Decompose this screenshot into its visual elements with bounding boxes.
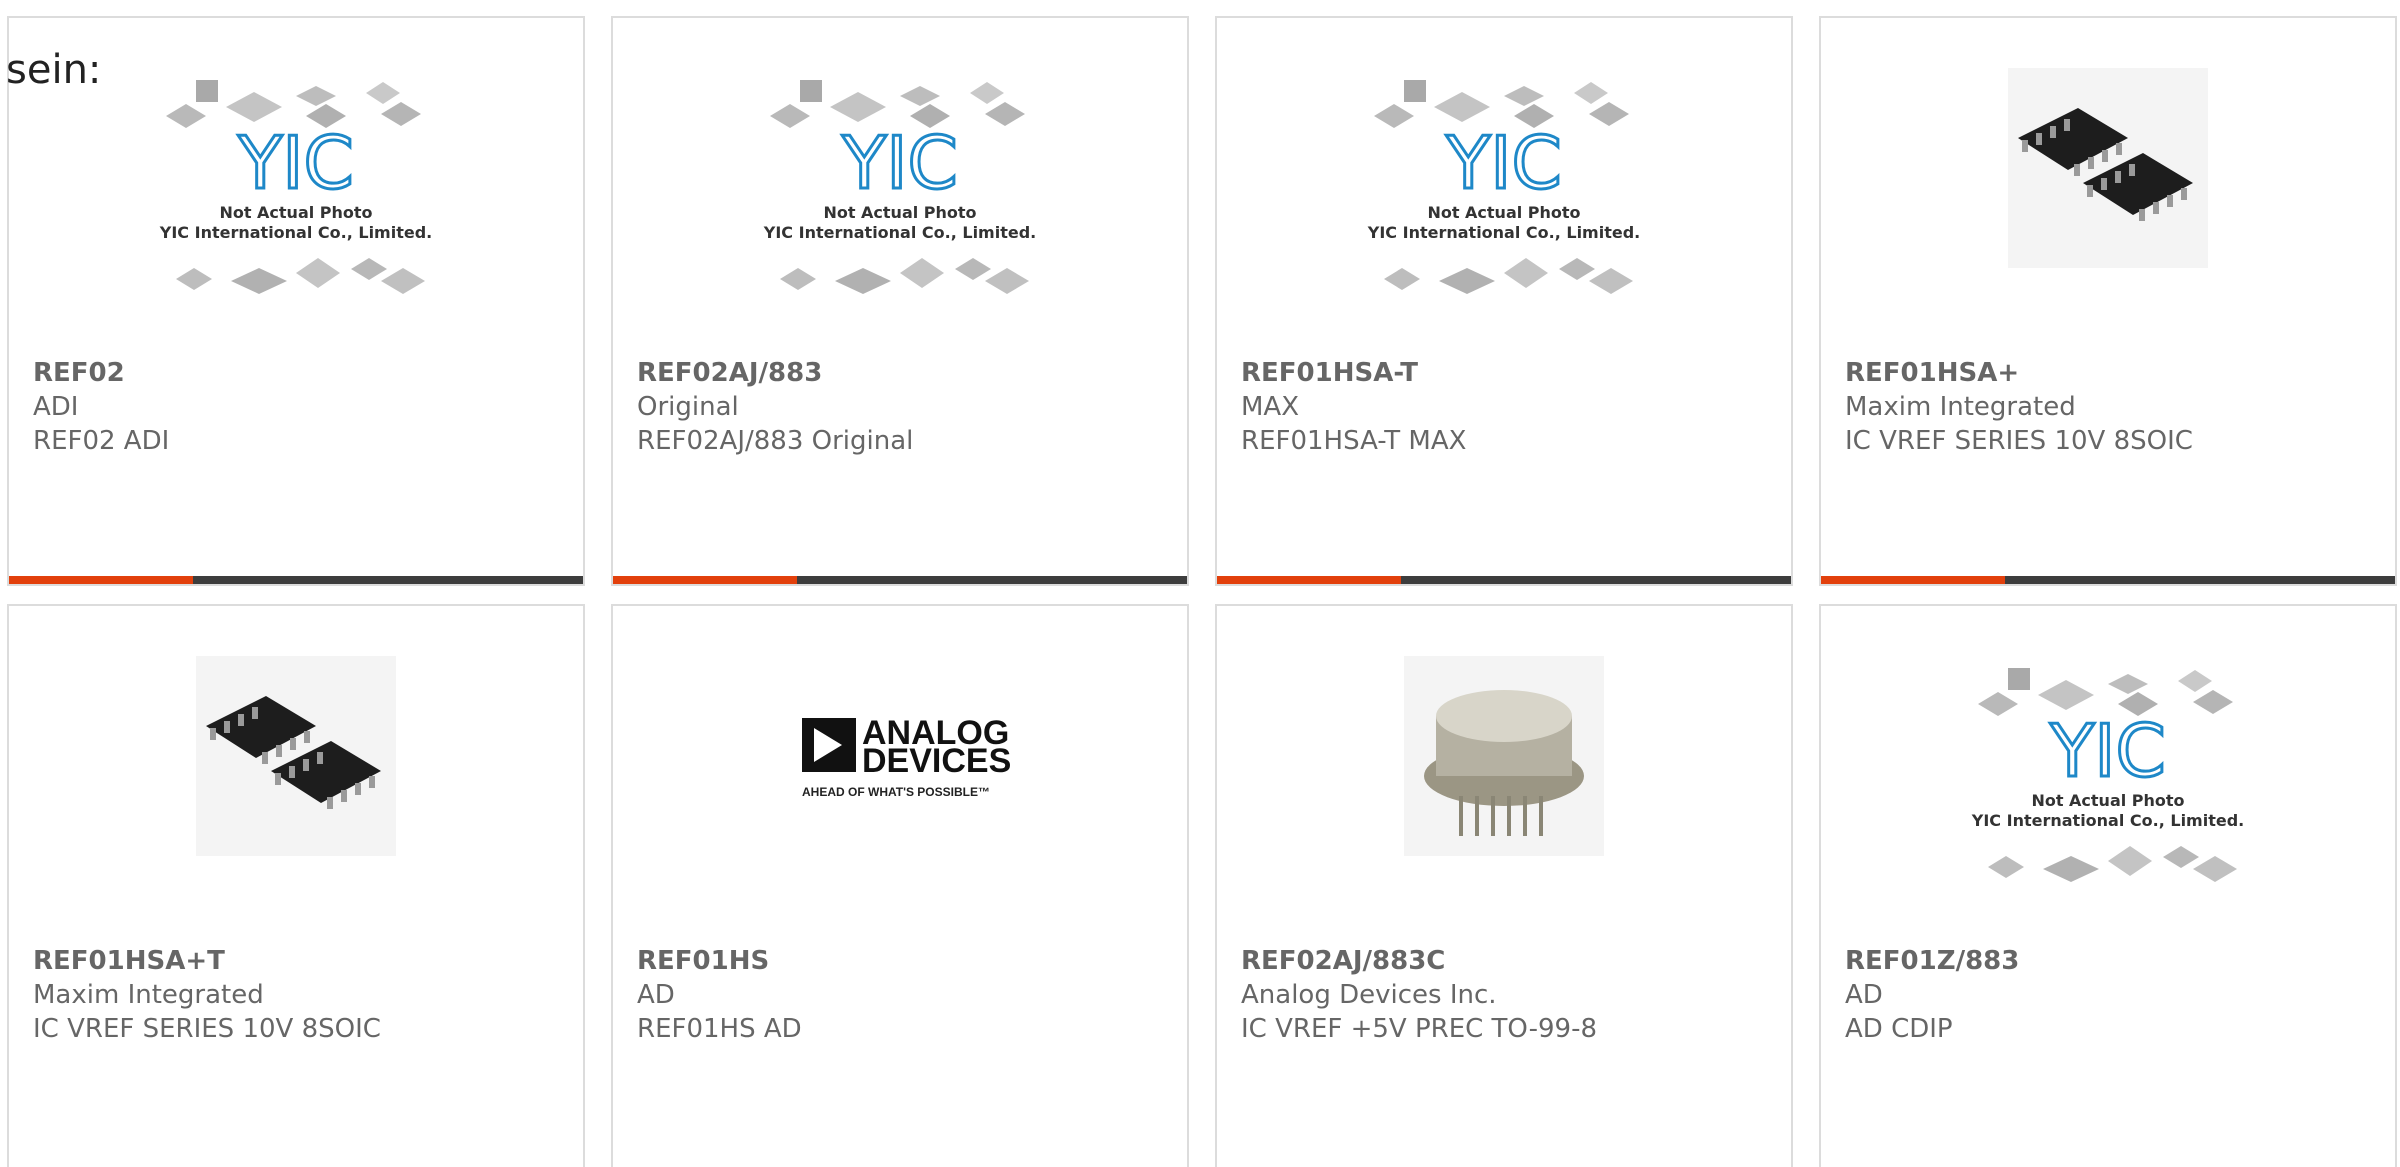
product-part-number[interactable]: REF02AJ/883 [637,356,1177,390]
product-info: REF01HSA+ Maxim Integrated IC VREF SERIE… [1845,356,2385,458]
product-part-number[interactable]: REF01Z/883 [1845,944,2385,978]
product-part-number[interactable]: REF01HSA+T [33,944,573,978]
product-image[interactable]: YIC Not Actual Photo YIC International Co.… [1217,68,1791,368]
placeholder-caption: Not Actual Photo [2031,791,2184,810]
soic-chip-icon [196,656,396,856]
analog-devices-logo: ANALOGDEVICESAHEAD OF WHAT'S POSSIBLE™ [802,714,1010,799]
card-hover-bar [9,576,583,584]
product-description: REF02 ADI [33,426,170,456]
placeholder-caption: Not Actual Photo [219,203,372,222]
product-info: REF01HSA-T MAX REF01HSA-T MAX [1241,356,1781,458]
product-card[interactable]: REF02AJ/883C Analog Devices Inc. IC VREF… [1215,604,1793,1167]
analog-logo-tagline: AHEAD OF WHAT'S POSSIBLE™ [802,785,990,799]
product-image[interactable] [9,656,583,956]
card-hover-bar [613,576,1187,584]
product-manufacturer: MAX [1241,392,1300,422]
product-description: AD CDIP [1845,1014,1953,1044]
yic-placeholder-icon: YICNot Actual PhotoYIC International Co.… [159,80,432,294]
product-part-number[interactable]: REF01HSA-T [1241,356,1781,390]
product-info: REF01HS AD REF01HS AD [637,944,1177,1046]
product-card[interactable]: ANALOG DEVICES AHEAD OF WHAT'S POSSIBLE™ R… [611,604,1189,1167]
product-part-number[interactable]: REF02 [33,356,573,390]
product-manufacturer: AD [637,980,675,1010]
product-image[interactable]: YIC Not Actual Photo YIC International Co.… [9,68,583,368]
yic-logo-text: YIC [841,121,958,205]
card-hover-bar-fill [1217,576,1401,584]
card-hover-bar [1217,576,1791,584]
placeholder-company: YIC International Co., Limited. [1367,223,1640,242]
card-hover-bar-fill [1821,576,2005,584]
yic-placeholder-icon: YICNot Actual PhotoYIC International Co.… [1367,80,1640,294]
product-info: REF02AJ/883 Original REF02AJ/883 Origina… [637,356,1177,458]
product-image[interactable] [1217,656,1791,956]
product-info: REF02AJ/883C Analog Devices Inc. IC VREF… [1241,944,1781,1046]
product-card[interactable]: REF01HSA+T Maxim Integrated IC VREF SERI… [7,604,585,1167]
product-info: REF01Z/883 AD AD CDIP [1845,944,2385,1046]
product-part-number[interactable]: REF01HSA+ [1845,356,2385,390]
placeholder-caption: Not Actual Photo [1427,203,1580,222]
card-hover-bar-fill [613,576,797,584]
product-description: IC VREF +5V PREC TO-99-8 [1241,1014,1598,1044]
yic-logo-text: YIC [1445,121,1562,205]
product-info: REF01HSA+T Maxim Integrated IC VREF SERI… [33,944,573,1046]
yic-placeholder-icon: YICNot Actual PhotoYIC International Co.… [1971,668,2244,882]
to99-can-icon [1404,656,1604,856]
product-card[interactable]: YIC Not Actual Photo YIC International Co.… [1819,604,2397,1167]
product-description: IC VREF SERIES 10V 8SOIC [33,1014,381,1044]
product-image[interactable] [1821,68,2395,368]
product-card[interactable]: REF01HSA+ Maxim Integrated IC VREF SERIE… [1819,16,2397,586]
product-manufacturer: Maxim Integrated [33,980,264,1010]
placeholder-company: YIC International Co., Limited. [159,223,432,242]
product-image[interactable]: ANALOG DEVICES AHEAD OF WHAT'S POSSIBLE™ [613,656,1187,956]
soic-chip-icon [2008,68,2208,268]
card-hover-bar [1821,576,2395,584]
product-manufacturer: Analog Devices Inc. [1241,980,1497,1010]
product-description: IC VREF SERIES 10V 8SOIC [1845,426,2193,456]
product-image[interactable]: YIC Not Actual Photo YIC International Co.… [613,68,1187,368]
product-description: REF02AJ/883 Original [637,426,914,456]
yic-placeholder-icon: YICNot Actual PhotoYIC International Co.… [763,80,1036,294]
product-image[interactable]: YIC Not Actual Photo YIC International Co.… [1821,656,2395,956]
product-manufacturer: Original [637,392,739,422]
product-manufacturer: AD [1845,980,1883,1010]
product-manufacturer: Maxim Integrated [1845,392,2076,422]
product-list-page: YIC Not Actual Photo YIC International Co.… [0,0,2400,1167]
yic-logo-text: YIC [2049,709,2166,793]
product-description: REF01HS AD [637,1014,802,1044]
yic-logo-text: YIC [237,121,354,205]
product-info: REF02 ADI REF02 ADI [33,356,573,458]
analog-logo-line2: DEVICES [862,742,1010,780]
product-card[interactable]: YIC Not Actual Photo YIC International Co.… [611,16,1189,586]
product-card[interactable]: YIC Not Actual Photo YIC International Co.… [1215,16,1793,586]
intro-text: sein: [6,47,102,93]
placeholder-company: YIC International Co., Limited. [1971,811,2244,830]
placeholder-company: YIC International Co., Limited. [763,223,1036,242]
card-hover-bar-fill [9,576,193,584]
product-part-number[interactable]: REF02AJ/883C [1241,944,1781,978]
placeholder-caption: Not Actual Photo [823,203,976,222]
product-card[interactable]: YIC Not Actual Photo YIC International Co.… [7,16,585,586]
product-description: REF01HSA-T MAX [1241,426,1467,456]
product-part-number[interactable]: REF01HS [637,944,1177,978]
product-manufacturer: ADI [33,392,79,422]
